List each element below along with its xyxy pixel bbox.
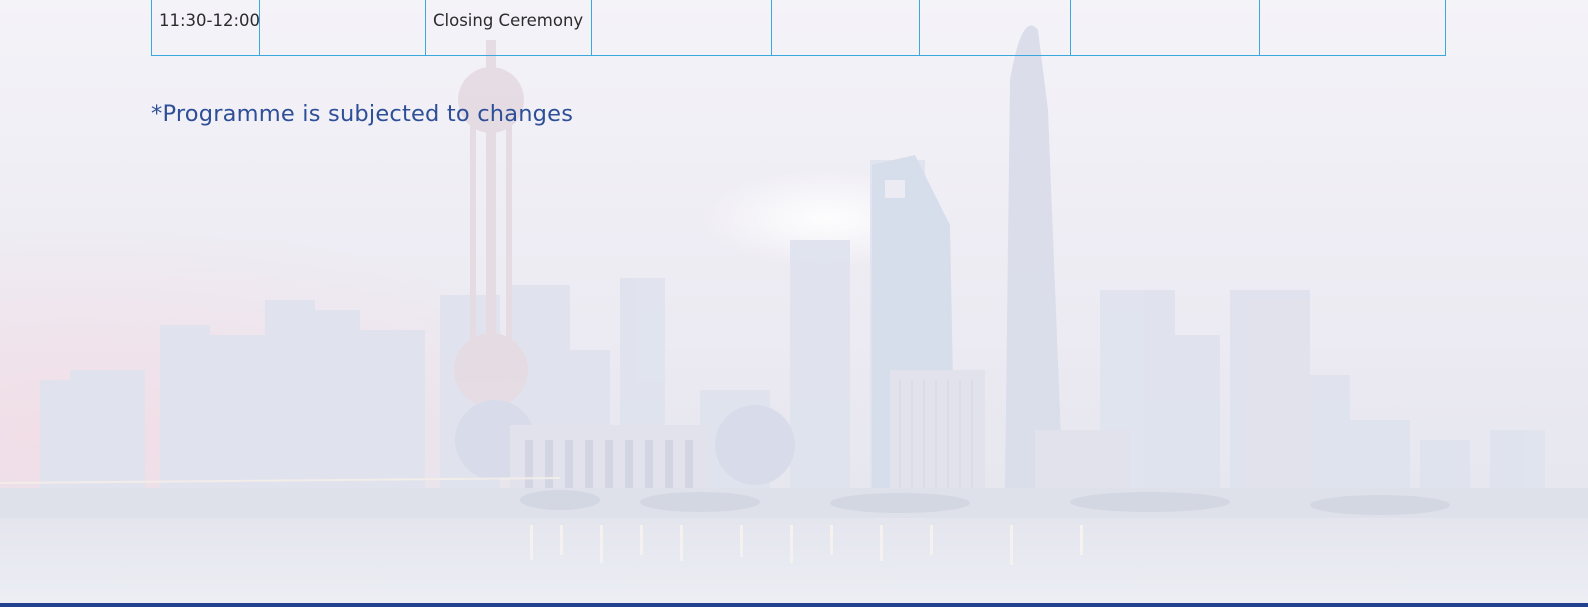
event-cell: Closing Ceremony (425, 0, 592, 56)
programme-table: 11:30-12:00 Closing Ceremony (151, 0, 1446, 56)
footer-bar (0, 603, 1588, 607)
page-content: 11:30-12:00 Closing Ceremony *Programme … (0, 0, 1588, 607)
table-cell (259, 0, 426, 56)
table-cell (1259, 0, 1446, 56)
time-label: 11:30-12:00 (159, 11, 261, 30)
table-cell (919, 0, 1071, 56)
time-cell: 11:30-12:00 (151, 0, 261, 56)
table-cell (771, 0, 920, 56)
table-cell (591, 0, 772, 56)
table-row: 11:30-12:00 Closing Ceremony (151, 0, 1446, 56)
event-label: Closing Ceremony (433, 11, 584, 30)
table-cell (1070, 0, 1260, 56)
programme-note: *Programme is subjected to changes (151, 101, 574, 127)
